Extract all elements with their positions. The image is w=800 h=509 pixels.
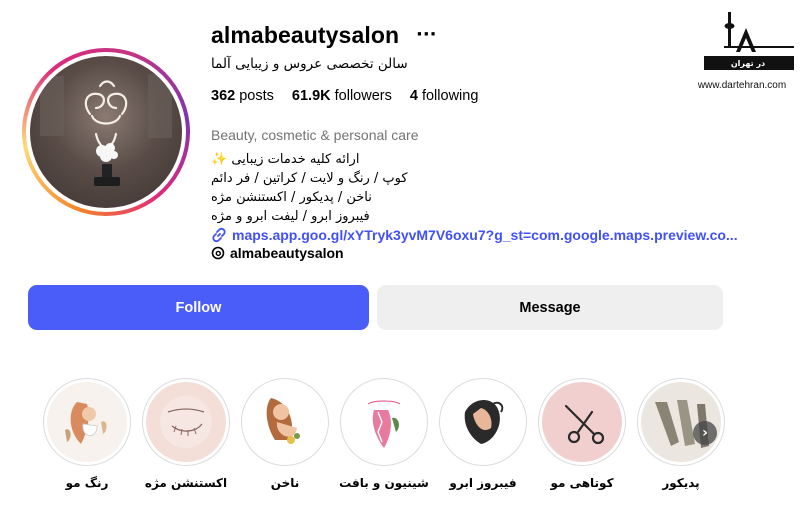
watermark-title: در تهران (731, 59, 765, 68)
threads-handle: almabeautysalon (230, 245, 344, 261)
highlight-label: کوتاهی مو (550, 476, 614, 490)
highlight-lash-extension[interactable]: اکستنشن مژه (141, 378, 231, 490)
bio-line: کوپ / رنگ و لایت / کراتین / فر دائم (211, 171, 408, 186)
link-icon (212, 227, 226, 243)
highlight-cover (344, 382, 424, 462)
story-highlights: رنگ مو اکستنشن مژه ناخن شینیون و بافت فی… (0, 378, 800, 509)
scissors-icon (564, 404, 605, 445)
bio-line: ناخن / پدیکور / اکستنشن مژه (211, 190, 372, 205)
following-label: following (421, 88, 479, 104)
posts-count: 362 (211, 88, 236, 104)
more-horizontal-icon[interactable]: ··· (416, 24, 437, 45)
follow-button[interactable]: Follow (28, 285, 369, 330)
bio-line: فیبروز ابرو / لیفت ابرو و مژه (211, 209, 370, 224)
profile-display-name: سالن تخصصی عروس و زیبایی آلما (211, 56, 408, 72)
profile-username: almabeautysalon (211, 22, 400, 48)
posts-stat: 362 posts (211, 88, 274, 104)
posts-label: posts (239, 88, 274, 104)
bio-line: ارائه کلیه خدمات زیبایی ✨ (211, 152, 360, 167)
highlight-label: شینیون و بافت (339, 476, 429, 490)
highlight-cover (146, 382, 226, 462)
highlight-cover (245, 382, 325, 462)
profile-link[interactable]: maps.app.goo.gl/xYTryk3yvM7V6oxu7?g_st=c… (211, 227, 738, 243)
chevron-right-icon[interactable]: › (693, 421, 717, 445)
dartehran-watermark: در تهران www.dartehran.com (690, 8, 794, 91)
milad-tower-logo: در تهران (704, 12, 794, 70)
highlight-cover (542, 382, 622, 462)
highlight-haircut[interactable]: کوتاهی مو (537, 378, 627, 490)
highlight-cover (443, 382, 523, 462)
highlight-label: پدیکور (662, 476, 700, 490)
highlight-updo-braid[interactable]: شینیون و بافت (339, 378, 429, 490)
message-button[interactable]: Message (377, 285, 723, 330)
salon-logo-image (40, 74, 172, 186)
highlight-nails[interactable]: ناخن (240, 378, 330, 490)
followers-label: followers (334, 88, 392, 104)
profile-avatar-ring[interactable] (22, 48, 190, 216)
profile-category: Beauty, cosmetic & personal care (211, 127, 419, 143)
following-count: 4 (409, 88, 418, 104)
followers-stat[interactable]: 61.9K followers (292, 88, 392, 104)
highlight-cover (47, 382, 127, 462)
profile-stats: 362 posts 61.9K followers 4 following (211, 88, 478, 104)
watermark-url: www.dartehran.com (697, 80, 787, 91)
threads-icon (211, 246, 225, 260)
profile-avatar (30, 56, 182, 208)
highlight-label: اکستنشن مژه (144, 476, 228, 490)
followers-count: 61.9K (291, 88, 331, 104)
following-stat[interactable]: 4 following (410, 88, 479, 104)
highlight-eyebrow-fibrosis[interactable]: فیبروز ابرو (438, 378, 528, 490)
highlight-label: رنگ مو (65, 476, 109, 490)
threads-link[interactable]: almabeautysalon (211, 245, 344, 261)
highlight-label: ناخن (270, 476, 300, 490)
profile-link-text: maps.app.goo.gl/xYTryk3yvM7V6oxu7?g_st=c… (232, 227, 738, 243)
highlight-label: فیبروز ابرو (449, 476, 517, 490)
profile-bio: ارائه کلیه خدمات زیبایی ✨ کوپ / رنگ و لا… (211, 150, 408, 226)
highlight-hair-color[interactable]: رنگ مو (42, 378, 132, 490)
